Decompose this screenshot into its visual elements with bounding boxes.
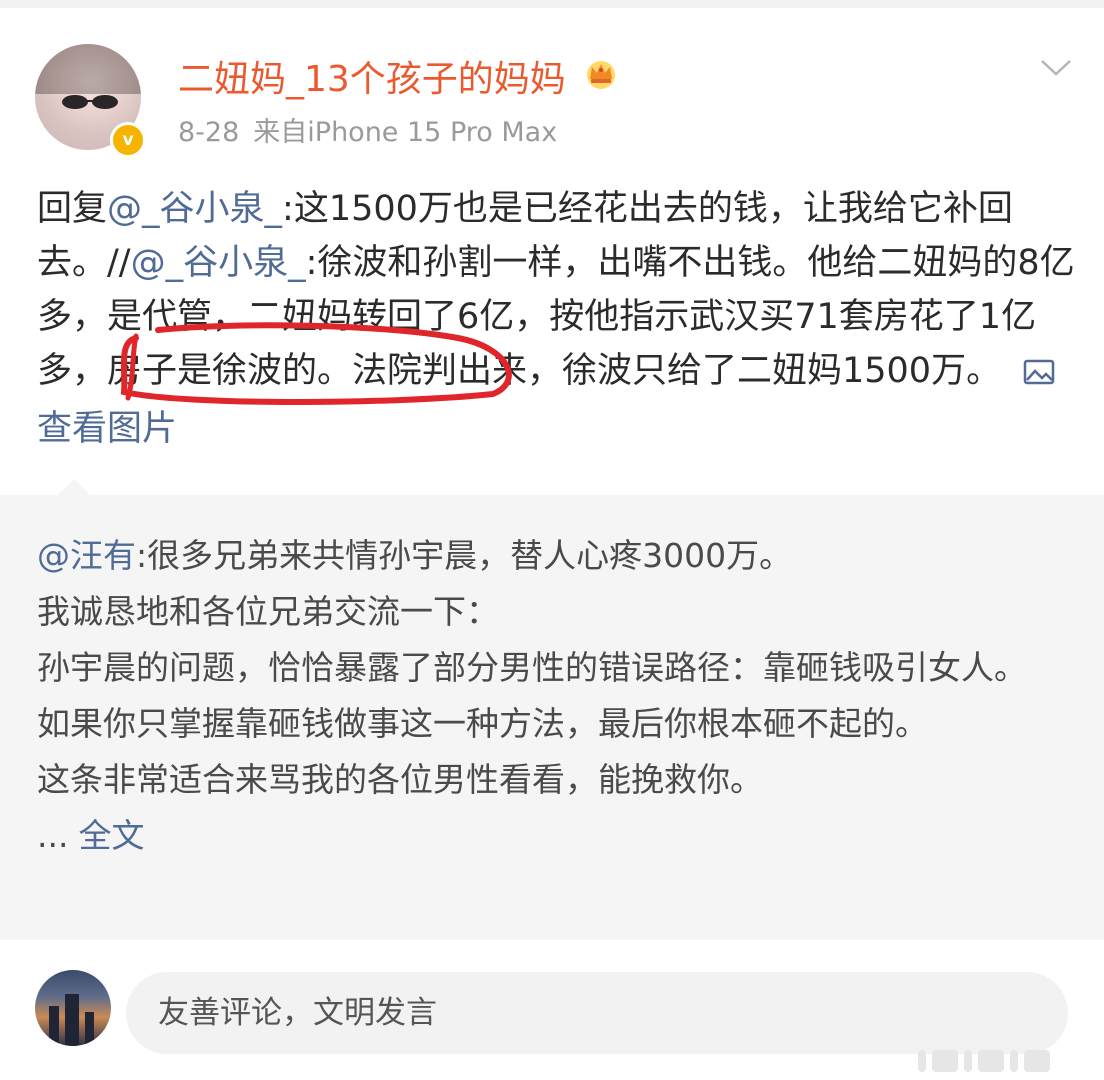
repost-line: 孙宇晨的问题，恰恰暴露了部分男性的错误路径：靠砸钱吸引女人。	[37, 648, 1027, 687]
post-source: 来自iPhone 15 Pro Max	[253, 117, 558, 148]
repost-text: @汪有:很多兄弟来共情孙宇晨，替人心疼3000万。 我诚恳地和各位兄弟交流一下：…	[37, 528, 1077, 864]
repost-line-text: :很多兄弟来共情孙宇晨，替人心疼3000万。	[136, 536, 793, 575]
repost-line: 我诚恳地和各位兄弟交流一下：	[37, 592, 499, 631]
repost-line: 这条非常适合来骂我的各位男性看看，能挽救你。	[37, 760, 763, 799]
watermark	[918, 1048, 1068, 1074]
chevron-down-icon[interactable]	[1040, 58, 1072, 78]
post-meta: 8-28 来自iPhone 15 Pro Max	[178, 110, 557, 149]
mention-link[interactable]: @_谷小泉_	[107, 189, 282, 229]
repost-first-line: @汪有:很多兄弟来共情孙宇晨，替人心疼3000万。	[37, 528, 1077, 584]
repost-more-line: ... 全文	[37, 808, 1077, 864]
image-icon[interactable]	[1023, 348, 1055, 402]
post-date: 8-28	[178, 117, 240, 148]
full-text-link[interactable]: 全文	[78, 816, 144, 855]
sunglasses-graphic	[62, 95, 118, 109]
author-name[interactable]: 二妞妈_13个孩子的妈妈	[178, 50, 566, 102]
crown-icon	[587, 61, 615, 89]
reply-prefix: 回复	[37, 189, 108, 229]
mention-link[interactable]: @_谷小泉_	[131, 243, 306, 283]
user-avatar[interactable]	[35, 970, 111, 1046]
repost-pointer	[56, 479, 92, 497]
top-divider	[0, 0, 1104, 8]
ellipsis: ...	[37, 816, 69, 855]
repost-author-mention[interactable]: @汪有	[37, 536, 136, 575]
repost-line: 如果你只掌握靠砸钱做事这一种方法，最后你根本砸不起的。	[37, 704, 928, 743]
view-images-link[interactable]: 查看图片	[37, 409, 177, 449]
post-text: 回复@_谷小泉_:这1500万也是已经花出去的钱，让我给它补回去。//@_谷小泉…	[37, 182, 1077, 456]
comment-input[interactable]: 友善评论，文明发言	[126, 972, 1068, 1054]
verified-badge: v	[110, 122, 146, 158]
